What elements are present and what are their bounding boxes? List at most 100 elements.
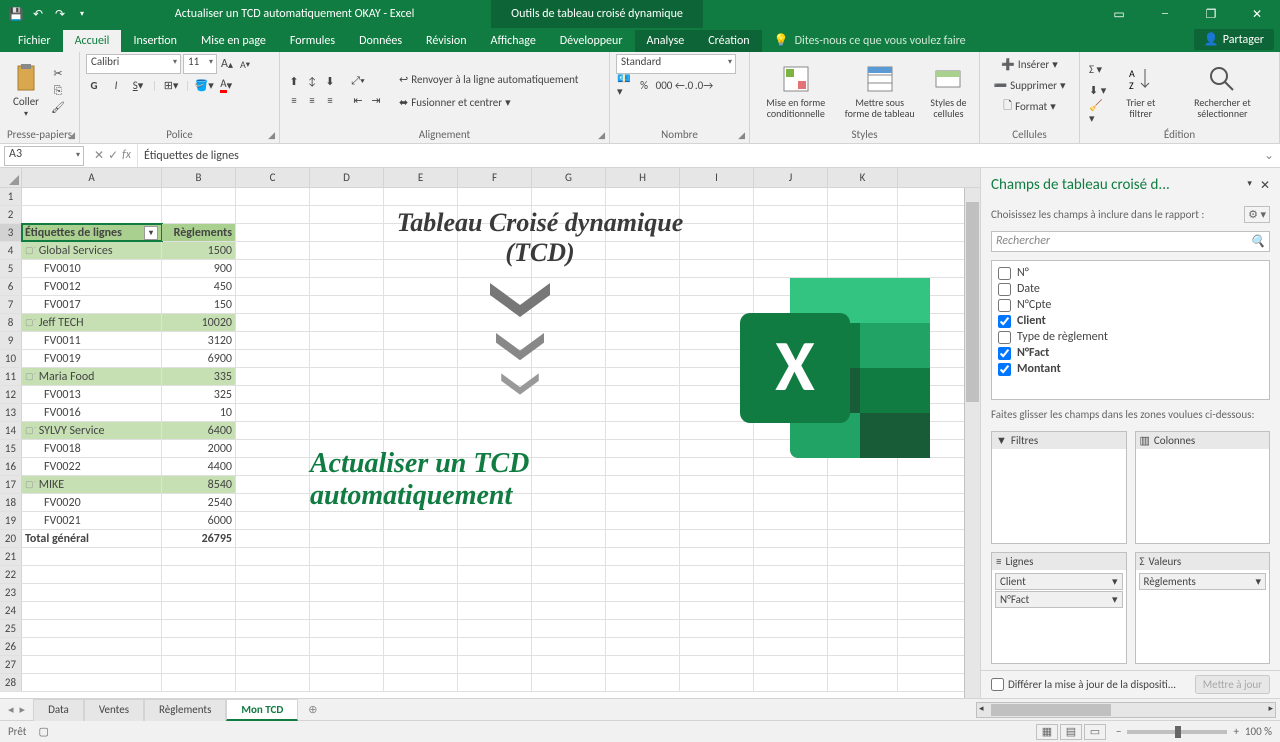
maximize-button[interactable]: ❐	[1188, 0, 1234, 28]
cell[interactable]	[532, 476, 606, 493]
cell[interactable]: FV0016	[22, 404, 162, 421]
cell[interactable]	[828, 206, 898, 223]
cell[interactable]	[236, 584, 310, 601]
cell[interactable]: 900	[162, 260, 236, 277]
underline-icon[interactable]: S▾	[130, 77, 146, 93]
tab-home[interactable]: Accueil	[63, 30, 122, 52]
cell[interactable]	[606, 422, 680, 439]
cell[interactable]	[384, 332, 458, 349]
field-checkbox[interactable]	[998, 363, 1011, 376]
cell[interactable]: 10	[162, 404, 236, 421]
row-header[interactable]: 19	[0, 512, 22, 529]
cell[interactable]	[236, 548, 310, 565]
row-header[interactable]: 22	[0, 566, 22, 583]
cell[interactable]: 1500	[162, 242, 236, 259]
cell[interactable]	[236, 656, 310, 673]
row-header[interactable]: 14	[0, 422, 22, 439]
cell[interactable]	[384, 548, 458, 565]
cell[interactable]	[458, 458, 532, 475]
cell[interactable]	[606, 476, 680, 493]
cell[interactable]	[384, 620, 458, 637]
cell[interactable]	[310, 314, 384, 331]
cell[interactable]: 3120	[162, 332, 236, 349]
cell[interactable]	[384, 512, 458, 529]
cell[interactable]	[606, 296, 680, 313]
cell[interactable]	[458, 494, 532, 511]
cell[interactable]	[828, 548, 898, 565]
cell[interactable]	[310, 332, 384, 349]
number-format-combo[interactable]: Standard	[616, 54, 736, 74]
row-header[interactable]: 13	[0, 404, 22, 421]
format-table-button[interactable]: Mettre sous forme de tableau	[840, 61, 920, 121]
tab-view[interactable]: Affichage	[479, 30, 548, 52]
cell[interactable]	[828, 224, 898, 241]
cell[interactable]	[236, 494, 310, 511]
tab-analyze[interactable]: Analyse	[635, 30, 697, 52]
cell[interactable]	[532, 656, 606, 673]
qat-customize-icon[interactable]: ▾	[74, 6, 90, 22]
cell[interactable]	[532, 386, 606, 403]
cell[interactable]: 2540	[162, 494, 236, 511]
cell[interactable]	[680, 206, 754, 223]
cell[interactable]	[236, 440, 310, 457]
cell[interactable]	[754, 476, 828, 493]
cell[interactable]	[458, 242, 532, 259]
cell[interactable]: ▢⁻Global Services	[22, 242, 162, 259]
cell[interactable]	[680, 188, 754, 205]
column-header[interactable]: E	[384, 168, 458, 187]
cell[interactable]	[310, 656, 384, 673]
cell[interactable]	[384, 188, 458, 205]
cell[interactable]	[680, 566, 754, 583]
cell[interactable]	[754, 332, 828, 349]
cell[interactable]	[532, 314, 606, 331]
add-sheet-button[interactable]: ⊕	[298, 703, 327, 716]
cell[interactable]	[680, 278, 754, 295]
cell[interactable]	[828, 314, 898, 331]
cell[interactable]	[828, 674, 898, 691]
cell[interactable]	[384, 314, 458, 331]
cell[interactable]: FV0019	[22, 350, 162, 367]
cell[interactable]	[828, 386, 898, 403]
row-header[interactable]: 9	[0, 332, 22, 349]
cell[interactable]: 2000	[162, 440, 236, 457]
decrease-decimal-icon[interactable]: .0→	[696, 77, 712, 93]
currency-icon[interactable]: 💶▾	[616, 77, 632, 93]
cell[interactable]	[236, 314, 310, 331]
cell[interactable]	[680, 458, 754, 475]
format-painter-icon[interactable]: 🖌	[50, 100, 66, 116]
row-header[interactable]: 7	[0, 296, 22, 313]
cell[interactable]	[532, 332, 606, 349]
cell[interactable]	[458, 566, 532, 583]
area-field-item[interactable]: N°Fact▾	[995, 591, 1123, 608]
row-header[interactable]: 15	[0, 440, 22, 457]
cell[interactable]	[606, 404, 680, 421]
row-header[interactable]: 25	[0, 620, 22, 637]
ribbon-options-icon[interactable]: ▭	[1096, 0, 1142, 28]
column-header[interactable]: J	[754, 168, 828, 187]
cell[interactable]	[828, 350, 898, 367]
merge-center-button[interactable]: ⬌Fusionner et centrer ▾	[396, 92, 581, 112]
cell[interactable]	[532, 602, 606, 619]
cell[interactable]	[680, 296, 754, 313]
expand-formula-icon[interactable]: ⌄	[1258, 148, 1280, 163]
font-size-combo[interactable]: 11	[183, 54, 217, 74]
decrease-font-icon[interactable]: A▾	[237, 56, 253, 72]
cell[interactable]	[828, 512, 898, 529]
cell[interactable]	[680, 476, 754, 493]
cell[interactable]	[310, 476, 384, 493]
cell[interactable]	[458, 422, 532, 439]
cell[interactable]	[680, 620, 754, 637]
row-header[interactable]: 5	[0, 260, 22, 277]
cell[interactable]	[754, 242, 828, 259]
area-rows[interactable]: ≡Lignes Client▾N°Fact▾	[991, 552, 1127, 665]
cell[interactable]	[310, 404, 384, 421]
clear-button[interactable]: 🧹 ▾	[1086, 102, 1110, 122]
cell[interactable]: 325	[162, 386, 236, 403]
row-header[interactable]: 17	[0, 476, 22, 493]
cell[interactable]	[458, 548, 532, 565]
cell[interactable]	[384, 458, 458, 475]
cell[interactable]	[384, 224, 458, 241]
cell[interactable]: ▢⁻Jeff TECH	[22, 314, 162, 331]
cell[interactable]	[532, 638, 606, 655]
cell[interactable]	[162, 566, 236, 583]
